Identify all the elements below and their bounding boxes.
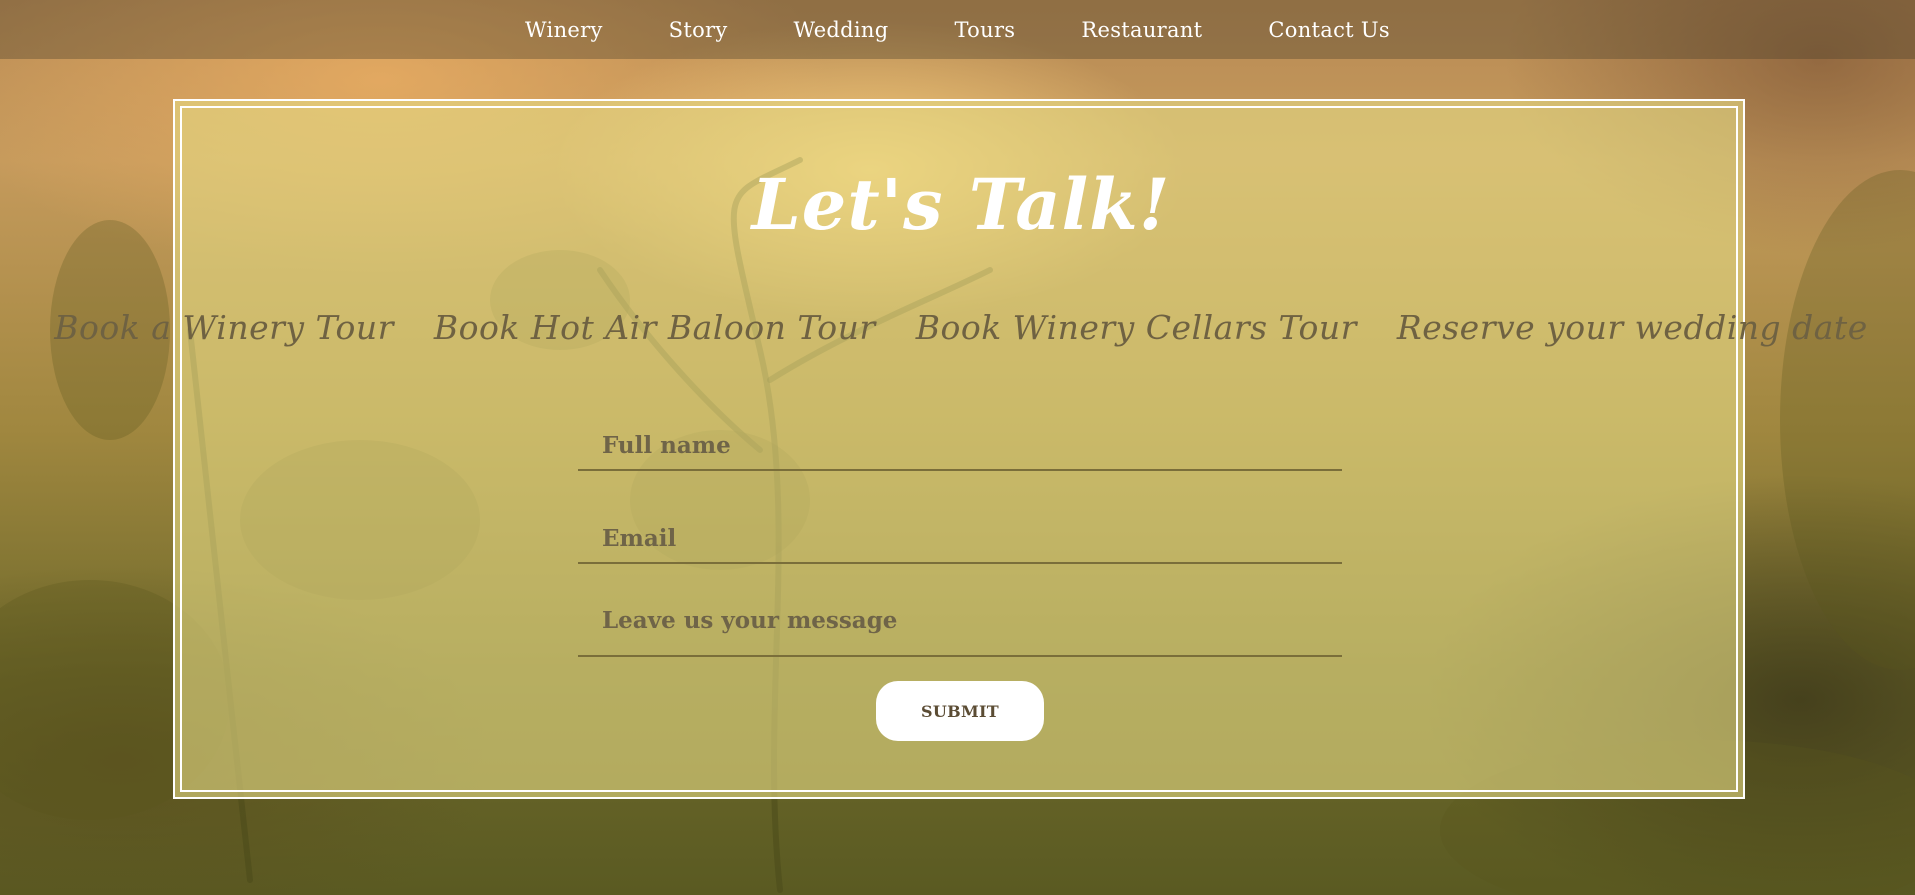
reserve-wedding-date-link[interactable]: Reserve your wedding date [1397,308,1868,347]
book-winery-tour-link[interactable]: Book a Winery Tour [54,308,394,347]
nav-link-wedding[interactable]: Wedding [794,18,889,42]
booking-links: Book a Winery Tour Book Hot Air Baloon T… [54,308,1867,347]
message-input[interactable] [578,587,1342,655]
book-hot-air-balloon-tour-link[interactable]: Book Hot Air Baloon Tour [434,308,876,347]
top-navigation: Winery Story Wedding Tours Restaurant Co… [0,0,1915,59]
nav-link-tours[interactable]: Tours [955,18,1016,42]
email-field [578,494,1342,564]
contact-card: Let's Talk! Book a Winery Tour Book Hot … [54,99,1867,799]
message-field [578,587,1342,657]
full-name-field [578,401,1342,471]
email-input[interactable] [578,494,1342,562]
book-winery-cellars-tour-link[interactable]: Book Winery Cellars Tour [916,308,1357,347]
submit-button[interactable]: SUBMIT [876,681,1044,741]
nav-link-story[interactable]: Story [669,18,728,42]
contact-title: Let's Talk! [751,163,1171,246]
nav-link-winery[interactable]: Winery [525,18,603,42]
nav-link-contact-us[interactable]: Contact Us [1268,18,1390,42]
full-name-input[interactable] [578,401,1342,469]
nav-link-restaurant[interactable]: Restaurant [1081,18,1202,42]
